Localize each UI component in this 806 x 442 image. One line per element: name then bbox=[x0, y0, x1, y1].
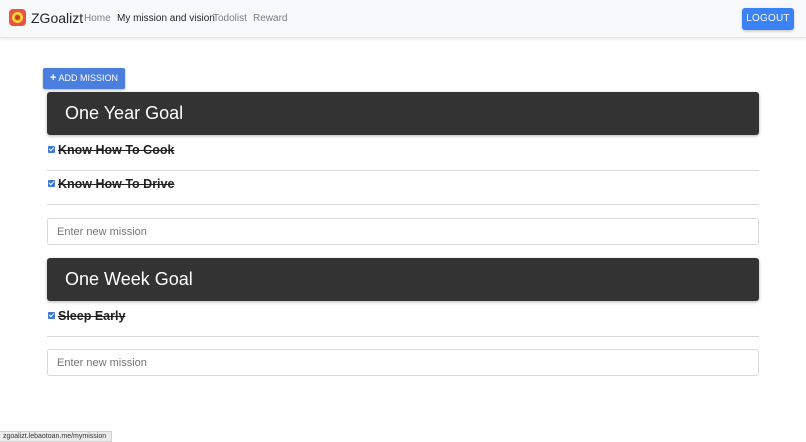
nav-link-my-mission[interactable]: My mission and vision bbox=[117, 12, 215, 26]
status-bar-url: zgoalizt.lebaotoan.me/mymission bbox=[0, 431, 112, 442]
goal-header-one-year: One Year Goal bbox=[47, 92, 759, 135]
mission-checkbox[interactable] bbox=[48, 312, 55, 319]
add-mission-button[interactable]: + ADD MISSION bbox=[43, 68, 125, 89]
mission-item: Sleep Early bbox=[47, 303, 759, 337]
mission-checkbox[interactable] bbox=[48, 180, 55, 187]
mission-text: Know How To Cook bbox=[58, 143, 175, 157]
new-mission-input[interactable] bbox=[47, 218, 759, 245]
app-logo-icon[interactable] bbox=[9, 9, 26, 26]
nav-link-reward[interactable]: Reward bbox=[253, 12, 287, 26]
logout-button[interactable]: LOGOUT bbox=[742, 8, 794, 30]
plus-icon: + bbox=[50, 72, 57, 84]
goal-header-one-week: One Week Goal bbox=[47, 258, 759, 301]
add-mission-label: ADD MISSION bbox=[58, 73, 118, 83]
nav-link-home[interactable]: Home bbox=[84, 12, 111, 26]
mission-item: Know How To Drive bbox=[47, 171, 759, 205]
navbar: ZGoalizt Home My mission and vision Todo… bbox=[0, 0, 806, 38]
goal-title: One Week Goal bbox=[65, 269, 193, 289]
new-mission-input[interactable] bbox=[47, 349, 759, 376]
goal-title: One Year Goal bbox=[65, 103, 184, 123]
mission-text: Know How To Drive bbox=[58, 177, 175, 191]
brand-name[interactable]: ZGoalizt bbox=[31, 9, 83, 27]
mission-checkbox[interactable] bbox=[48, 146, 55, 153]
mission-text: Sleep Early bbox=[58, 309, 126, 323]
mission-item: Know How To Cook bbox=[47, 137, 759, 171]
nav-link-todolist[interactable]: Todolist bbox=[213, 12, 247, 26]
